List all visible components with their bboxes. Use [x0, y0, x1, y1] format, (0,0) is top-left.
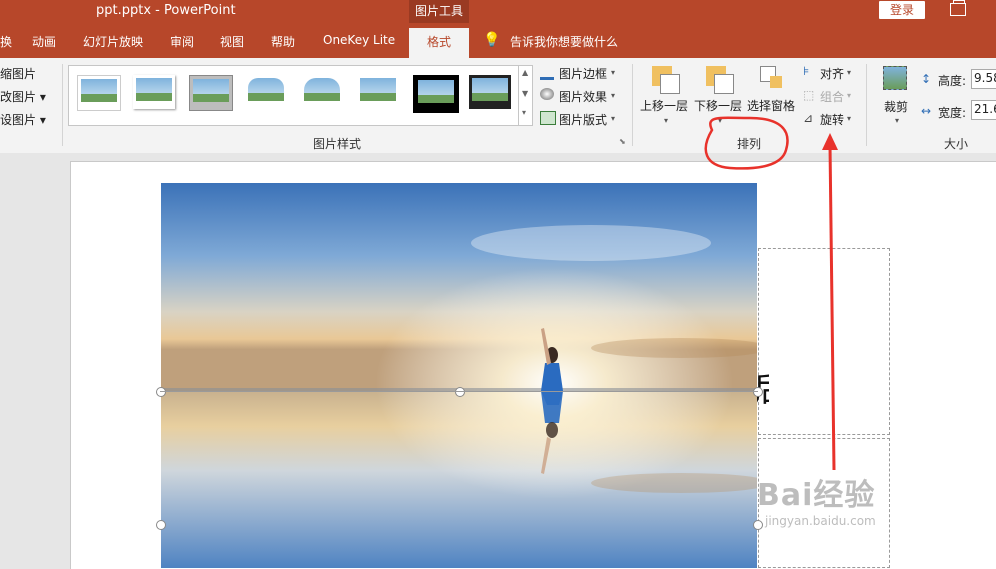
annotation-overlay [704, 116, 838, 471]
annotation-arrow-head [822, 133, 838, 150]
annotation-circle [704, 116, 789, 170]
annotation-arrow-shaft [828, 144, 836, 471]
